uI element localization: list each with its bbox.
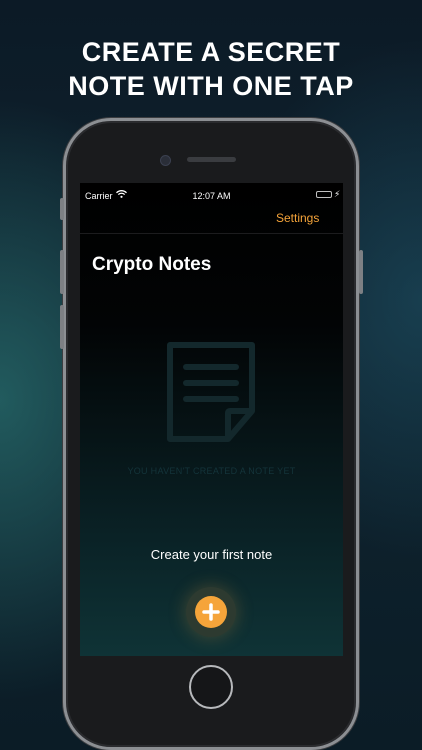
home-button[interactable] <box>189 665 233 709</box>
promo-headline-line-2: NOTE WITH ONE TAP <box>68 71 354 101</box>
volume-down-button <box>60 305 64 349</box>
page-title: Crypto Notes <box>92 254 212 275</box>
volume-up-button <box>60 250 64 294</box>
charging-bolt-icon: ⚡ <box>334 189 341 199</box>
nav-divider <box>80 233 343 234</box>
earpiece-speaker <box>187 157 236 162</box>
create-first-note-label: Create your first note <box>150 547 273 562</box>
settings-button[interactable]: Settings <box>276 211 319 225</box>
promo-headline-line-1: CREATE A SECRET <box>81 37 341 67</box>
document-icon <box>166 341 258 448</box>
add-note-button-circle <box>195 596 227 628</box>
power-button <box>359 250 363 294</box>
status-bar: Carrier 12:07 AM ⚡ <box>80 183 343 207</box>
add-note-button[interactable] <box>186 587 236 637</box>
battery-icon <box>316 191 332 198</box>
plus-icon <box>202 603 220 626</box>
mute-switch <box>60 198 64 220</box>
empty-state-message: YOU HAVEN'T CREATED A NOTE YET <box>127 466 296 476</box>
phone-screen: Carrier 12:07 AM ⚡ Settings Crypto Notes… <box>80 183 343 656</box>
front-camera <box>160 155 171 166</box>
status-time: 12:07 AM <box>192 191 231 201</box>
